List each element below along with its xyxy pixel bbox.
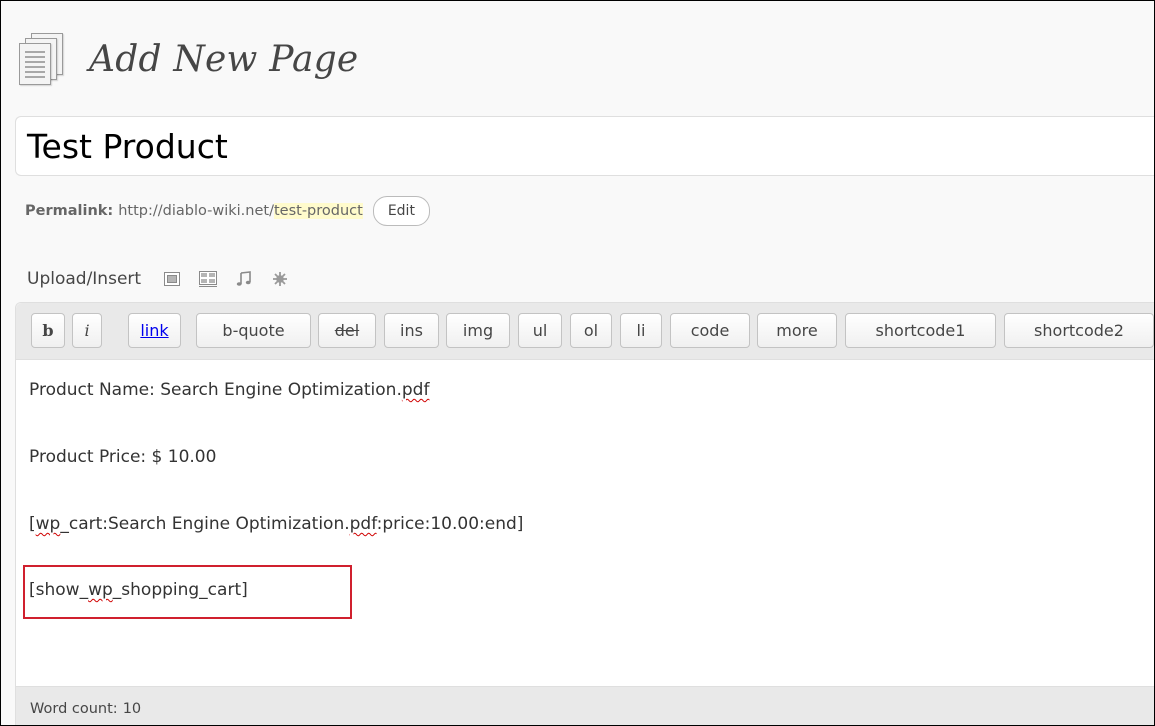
word-count-bar: Word count: 10	[16, 686, 1154, 725]
pages-icon	[19, 33, 63, 85]
permalink-label: Permalink:	[25, 203, 114, 219]
quicktag-ol-button[interactable]: ol	[570, 313, 612, 348]
quicktag-ins-button[interactable]: ins	[384, 313, 439, 348]
editor-window: Add New Page Test Product Permalink: htt…	[0, 0, 1155, 726]
quicktag-link-button[interactable]: link	[128, 313, 181, 348]
permalink-slug[interactable]: test-product	[273, 203, 363, 219]
quicktag-shortcode2-button[interactable]: shortcode2	[1004, 313, 1154, 348]
add-video-icon[interactable]	[197, 268, 219, 290]
quicktag-more-button[interactable]: more	[757, 313, 837, 348]
page-title: Add New Page	[89, 38, 359, 80]
quicktag-del-button[interactable]: del	[318, 313, 376, 348]
page-heading: Add New Page	[19, 29, 358, 89]
quicktag-bquote-button[interactable]: b-quote	[196, 313, 311, 348]
content-line-product-name: Product Name: Search Engine Optimization…	[29, 380, 430, 400]
add-image-icon[interactable]	[161, 268, 183, 290]
add-media-icon[interactable]	[269, 268, 291, 290]
content-line-product-price: Product Price: $ 10.00	[29, 447, 217, 467]
upload-insert-label: Upload/Insert	[27, 269, 142, 289]
permalink-base-url: http://diablo-wiki.net/	[118, 203, 274, 219]
quicktag-shortcode1-button[interactable]: shortcode1	[845, 313, 996, 348]
word-count-label: Word count:	[30, 701, 118, 717]
content-editor: b i link b-quote del ins img ul ol li co…	[15, 302, 1154, 725]
quicktag-code-button[interactable]: code	[670, 313, 750, 348]
quicktag-li-button[interactable]: li	[620, 313, 662, 348]
quicktags-toolbar: b i link b-quote del ins img ul ol li co…	[16, 303, 1154, 360]
content-line-wp-cart-shortcode: [wp_cart:Search Engine Optimization.pdf:…	[29, 514, 524, 534]
content-textarea[interactable]: Product Name: Search Engine Optimization…	[16, 360, 1154, 681]
post-title-input[interactable]: Test Product	[15, 116, 1154, 176]
quicktag-bold-button[interactable]: b	[31, 313, 65, 348]
word-count-value: 10	[122, 701, 142, 717]
quicktag-italic-button[interactable]: i	[72, 313, 102, 348]
permalink: Permalink: http://diablo-wiki.net/test-p…	[25, 196, 430, 226]
quicktag-ul-button[interactable]: ul	[518, 313, 562, 348]
edit-permalink-button[interactable]: Edit	[372, 196, 430, 226]
quicktag-img-button[interactable]: img	[446, 313, 510, 348]
highlight-annotation-box	[23, 565, 352, 619]
add-audio-icon[interactable]	[233, 268, 255, 290]
upload-insert-bar: Upload/Insert	[27, 264, 305, 294]
